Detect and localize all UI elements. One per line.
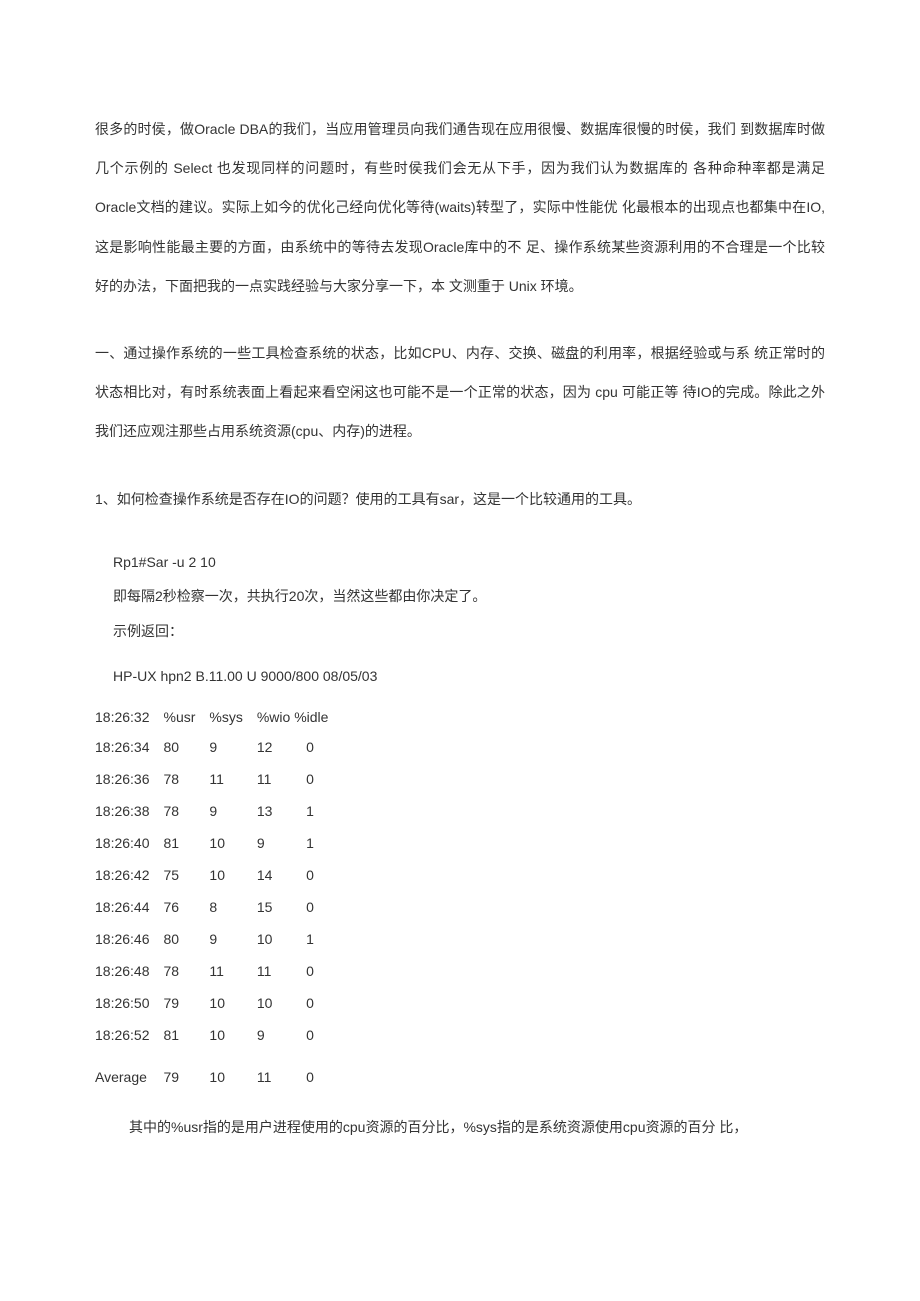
paragraph-output-label: 示例返回： xyxy=(95,616,825,647)
col-sys: %sys xyxy=(209,701,256,731)
table-row: 18:26:427510140 xyxy=(95,859,342,891)
code-line: Rp1#Sar -u 2 10 xyxy=(95,547,825,578)
table-row: 18:26:34809120 xyxy=(95,731,342,763)
table-row: 18:26:367811110 xyxy=(95,763,342,795)
paragraph-intro: 很多的时侯，做Oracle DBA的我们，当应用管理员向我们通告现在应用很慢、数… xyxy=(95,110,825,306)
table-row: 18:26:507910100 xyxy=(95,987,342,1019)
col-usr: %usr xyxy=(164,701,210,731)
env-line: HP-UX hpn2 B.11.00 U 9000/800 08/05/03 xyxy=(95,665,825,687)
table-row: 18:26:40811091 xyxy=(95,827,342,859)
table-row: 18:26:52811090 xyxy=(95,1019,342,1051)
paragraph-section1: 一、通过操作系统的一些工具检查系统的状态，比如CPU、内存、交换、磁盘的利用率，… xyxy=(95,334,825,452)
col-time: 18:26:32 xyxy=(95,701,164,731)
table-row: 18:26:44768150 xyxy=(95,891,342,923)
table-average-row: Average7910110 xyxy=(95,1061,342,1093)
paragraph-step1: 1、如何检查操作系统是否存在IO的问题？使用的工具有sar，这是一个比较通用的工… xyxy=(95,480,825,519)
table-header: 18:26:32 %usr %sys %wio %idle xyxy=(95,701,342,731)
col-wio-idle: %wio %idle xyxy=(257,701,343,731)
sar-table: 18:26:32 %usr %sys %wio %idle 18:26:3480… xyxy=(95,701,342,1093)
paragraph-explain: 即每隔2秒检察一次，共执行20次，当然这些都由你决定了。 xyxy=(95,581,825,612)
table-row: 18:26:487811110 xyxy=(95,955,342,987)
table-row: 18:26:46809101 xyxy=(95,923,342,955)
paragraph-explain-columns: 其中的%usr指的是用户进程使用的cpu资源的百分比，%sys指的是系统资源使用… xyxy=(95,1111,825,1145)
document-page: 很多的时侯，做Oracle DBA的我们，当应用管理员向我们通告现在应用很慢、数… xyxy=(0,0,920,1205)
table-row: 18:26:38789131 xyxy=(95,795,342,827)
